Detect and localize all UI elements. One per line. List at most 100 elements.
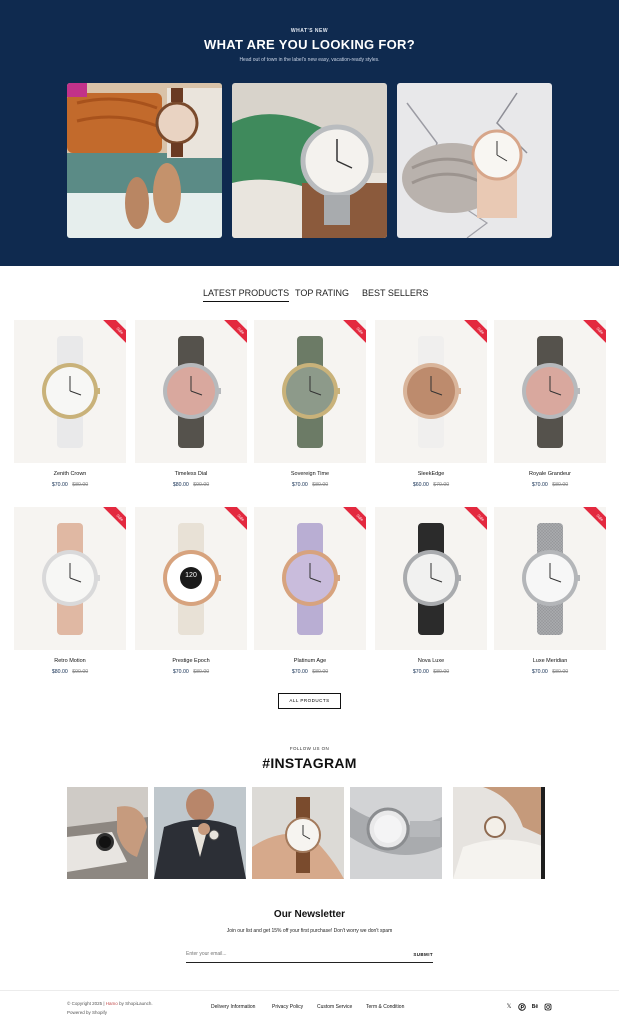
product-price: $60.00 $70.00 xyxy=(375,482,487,488)
instagram-post-1[interactable] xyxy=(67,787,148,879)
product-image[interactable]: 120 Sale xyxy=(135,507,247,650)
sale-label: Sale xyxy=(102,507,126,535)
product-name[interactable]: Retro Motion xyxy=(14,658,126,664)
sale-label: Sale xyxy=(102,320,126,348)
price-current: $70.00 xyxy=(172,669,189,675)
svg-text:120: 120 xyxy=(185,572,197,579)
brand-link[interactable]: Hamo xyxy=(106,1001,118,1006)
hero-collection-image-2[interactable] xyxy=(232,83,387,238)
copyright-suffix: by ShopiLaunch. xyxy=(119,1001,153,1006)
newsletter-form: SUBMIT xyxy=(186,945,433,963)
sale-label: Sale xyxy=(582,507,606,535)
product-image[interactable]: Sale xyxy=(14,507,126,650)
product-name[interactable]: Sovereign Time xyxy=(254,471,366,477)
product-card[interactable]: Sale Retro Motion $80.00 $90.00 xyxy=(14,507,126,682)
price-current: $70.00 xyxy=(531,482,548,488)
product-card[interactable]: Sale Platinum Age $70.00 $80.00 xyxy=(254,507,366,682)
product-image[interactable]: Sale xyxy=(375,320,487,463)
hero-section: WHAT'S NEW WHAT ARE YOU LOOKING FOR? Hea… xyxy=(0,0,619,266)
price-original: $90.00 xyxy=(193,482,210,488)
product-name[interactable]: SleekEdge xyxy=(375,471,487,477)
sale-badge: Sale xyxy=(580,320,606,348)
product-price: $70.00 $80.00 xyxy=(254,482,366,488)
behance-icon[interactable]: Bē xyxy=(531,1003,539,1011)
price-original: $70.00 xyxy=(433,482,450,488)
sale-badge: Sale xyxy=(340,507,366,535)
sale-label: Sale xyxy=(463,320,487,348)
sale-badge: Sale xyxy=(461,320,487,348)
all-products-button[interactable]: ALL PRODUCTS xyxy=(278,693,341,709)
footer-link-custom-service[interactable]: Custom Service xyxy=(317,1004,352,1010)
product-price: $80.00 $90.00 xyxy=(14,669,126,675)
instagram-post-2[interactable] xyxy=(154,787,246,879)
price-current: $70.00 xyxy=(412,669,429,675)
hero-eyebrow: WHAT'S NEW xyxy=(290,28,329,34)
product-card[interactable]: 120 Sale Prestige Epoch $70.00 $80.00 xyxy=(135,507,247,682)
sale-label: Sale xyxy=(582,320,606,348)
price-original: $80.00 xyxy=(193,669,210,675)
product-price: $70.00 $80.00 xyxy=(135,669,247,675)
price-current: $80.00 xyxy=(51,669,68,675)
product-card[interactable]: Sale Zenith Crown $70.00 $80.00 xyxy=(14,320,126,495)
submit-button[interactable]: SUBMIT xyxy=(413,948,433,960)
product-name[interactable]: Nova Luxe xyxy=(375,658,487,664)
hero-collection-image-1[interactable] xyxy=(67,83,222,238)
instagram-post-4[interactable] xyxy=(350,787,442,879)
product-price: $70.00 $80.00 xyxy=(494,482,606,488)
product-card[interactable]: Sale Sovereign Time $70.00 $80.00 xyxy=(254,320,366,495)
product-name[interactable]: Zenith Crown xyxy=(14,471,126,477)
product-name[interactable]: Prestige Epoch xyxy=(135,658,247,664)
sale-badge: Sale xyxy=(100,320,126,348)
product-card[interactable]: Sale Nova Luxe $70.00 $80.00 xyxy=(375,507,487,682)
product-image[interactable]: Sale xyxy=(254,507,366,650)
instagram-title: #INSTAGRAM xyxy=(262,755,357,771)
product-name[interactable]: Platinum Age xyxy=(254,658,366,664)
footer-link-delivery[interactable]: Delivery Information xyxy=(211,1004,255,1010)
hero-collection-image-3[interactable] xyxy=(397,83,552,238)
sale-label: Sale xyxy=(463,507,487,535)
instagram-post-5[interactable] xyxy=(453,787,545,879)
instagram-post-3[interactable] xyxy=(252,787,344,879)
product-image[interactable]: Sale xyxy=(14,320,126,463)
sale-badge: Sale xyxy=(340,320,366,348)
product-image[interactable]: Sale xyxy=(494,320,606,463)
product-price: $70.00 $80.00 xyxy=(494,669,606,675)
product-price: $80.00 $90.00 xyxy=(135,482,247,488)
hero-title: WHAT ARE YOU LOOKING FOR? xyxy=(204,37,415,52)
product-name[interactable]: Timeless Dial xyxy=(135,471,247,477)
copyright-prefix: © Copyright 2025 | xyxy=(67,1001,105,1006)
product-image[interactable]: Sale xyxy=(135,320,247,463)
email-input[interactable] xyxy=(186,948,386,960)
pinterest-icon[interactable] xyxy=(518,1003,526,1011)
newsletter-title: Our Newsletter xyxy=(273,909,346,920)
product-name[interactable]: Royale Grandeur xyxy=(494,471,606,477)
sale-badge: Sale xyxy=(221,507,247,535)
price-original: $80.00 xyxy=(72,482,89,488)
sale-badge: Sale xyxy=(221,320,247,348)
instagram-eyebrow: FOLLOW US ON xyxy=(289,746,330,751)
footer-link-terms[interactable]: Term & Condition xyxy=(366,1004,404,1010)
tab-best-sellers[interactable]: BEST SELLERS xyxy=(362,288,428,301)
price-original: $80.00 xyxy=(312,669,329,675)
product-image[interactable]: Sale xyxy=(375,507,487,650)
price-original: $80.00 xyxy=(433,669,450,675)
footer-link-privacy[interactable]: Privacy Policy xyxy=(272,1004,303,1010)
tab-latest-products[interactable]: LATEST PRODUCTS xyxy=(203,288,290,302)
product-price: $70.00 $80.00 xyxy=(14,482,126,488)
product-image[interactable]: Sale xyxy=(494,507,606,650)
tab-top-rating[interactable]: TOP RATING xyxy=(295,288,349,301)
price-current: $80.00 xyxy=(172,482,189,488)
product-name[interactable]: Luxe Meridian xyxy=(494,658,606,664)
product-card[interactable]: Sale Royale Grandeur $70.00 $80.00 xyxy=(494,320,606,495)
product-price: $70.00 $80.00 xyxy=(375,669,487,675)
product-image[interactable]: Sale xyxy=(254,320,366,463)
sale-label: Sale xyxy=(223,507,247,535)
price-current: $70.00 xyxy=(51,482,68,488)
product-card[interactable]: Sale Timeless Dial $80.00 $90.00 xyxy=(135,320,247,495)
instagram-icon[interactable] xyxy=(544,1003,552,1011)
sale-badge: Sale xyxy=(100,507,126,535)
product-card[interactable]: Sale Luxe Meridian $70.00 $80.00 xyxy=(494,507,606,682)
x-icon[interactable]: 𝕏 xyxy=(505,1003,513,1011)
price-current: $70.00 xyxy=(291,482,308,488)
product-card[interactable]: Sale SleekEdge $60.00 $70.00 xyxy=(375,320,487,495)
